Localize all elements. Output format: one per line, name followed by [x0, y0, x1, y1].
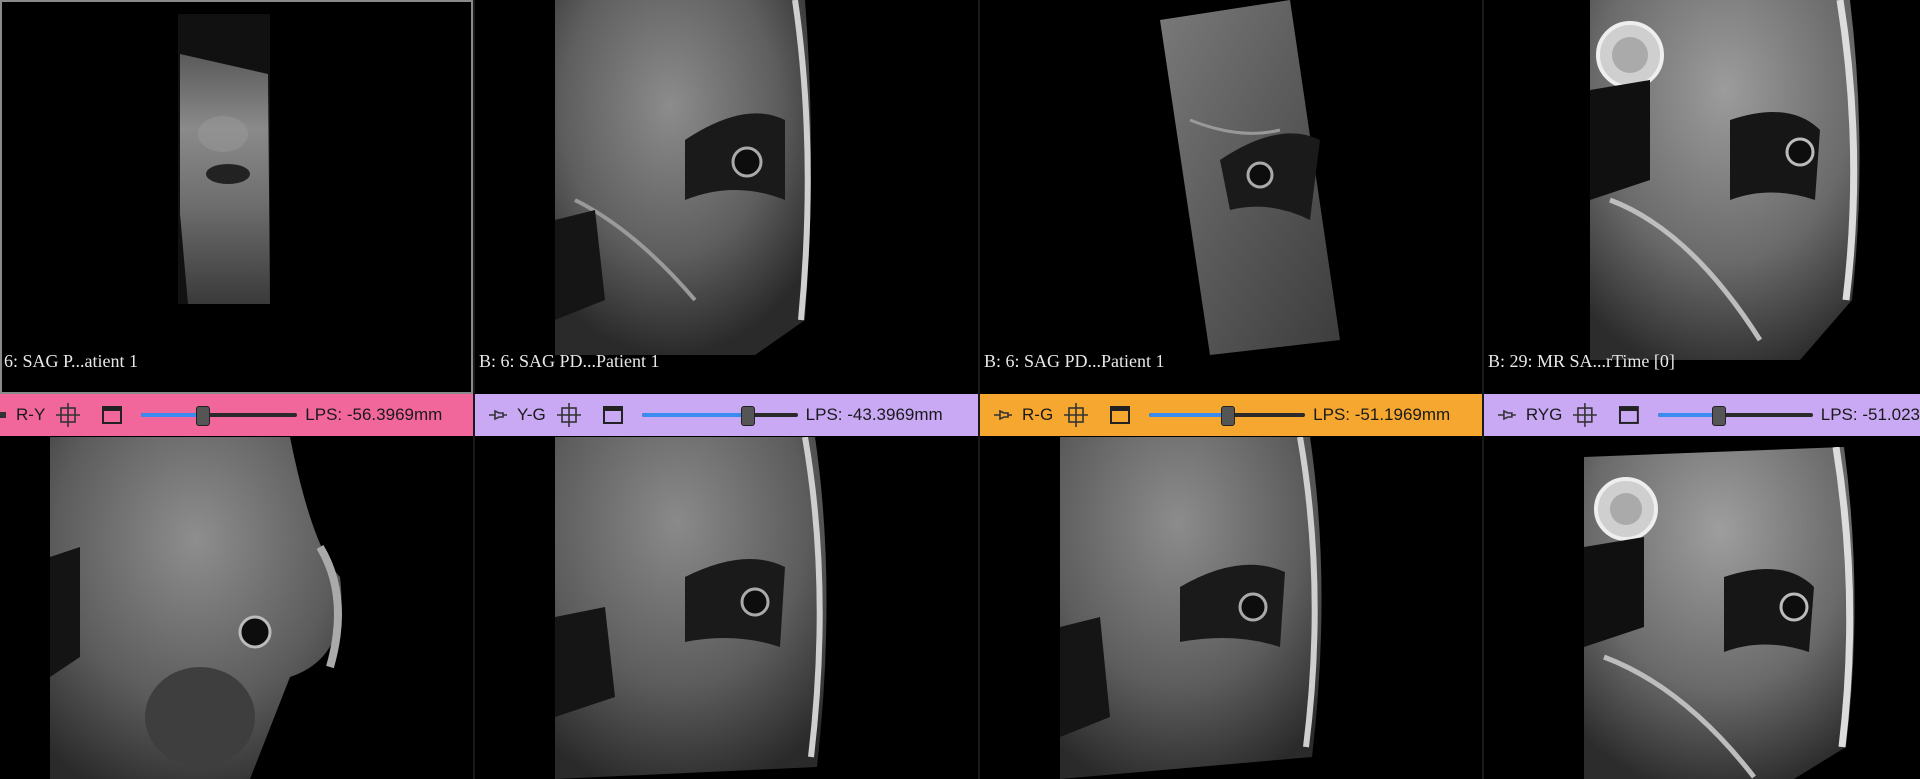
lps-position-readout: LPS: -51.023 — [1820, 405, 1920, 424]
mri-scan-image — [178, 14, 270, 304]
mri-scan-image — [1160, 0, 1340, 355]
viewport-top-2[interactable]: B: 6: SAG PD...Patient 1 — [475, 0, 978, 394]
viewport-divider[interactable] — [1482, 0, 1484, 779]
mri-scan-image — [555, 0, 811, 355]
lps-position-readout: LPS: -43.3969mm — [805, 405, 943, 424]
lps-position-readout: LPS: -51.1969mm — [1313, 405, 1451, 424]
viewport-toolbar-4: RYG LPS: -51.023 — [1484, 394, 1920, 436]
slice-slider[interactable] — [1658, 405, 1813, 426]
mri-scan-image — [555, 437, 827, 779]
viewport-label: B: 6: SAG PD...Patient 1 — [479, 351, 660, 371]
pin-icon[interactable] — [487, 404, 509, 426]
crosshair-icon[interactable] — [55, 402, 81, 428]
viewport-divider[interactable] — [978, 0, 980, 779]
viewport-toolbar-1: R-Y LPS: -56.3969mm — [0, 394, 473, 436]
viewport-label: 6: SAG P...atient 1 — [4, 351, 139, 371]
mri-scan-image — [1060, 437, 1322, 779]
slice-slider[interactable] — [141, 405, 298, 426]
pin-icon[interactable] — [992, 404, 1014, 426]
pin-icon[interactable] — [0, 404, 8, 426]
layer-combo-label[interactable]: R-Y — [16, 405, 45, 425]
viewport-top-1[interactable]: 6: SAG P...atient 1 — [0, 0, 473, 394]
crosshair-icon[interactable] — [556, 402, 582, 428]
viewport-divider[interactable] — [473, 0, 475, 779]
layer-combo-label[interactable]: R-G — [1022, 405, 1053, 425]
viewport-toolbar-3: R-G LPS: -51.1969mm — [980, 394, 1482, 436]
viewport-toolbar-2: Y-G LPS: -43.3969mm — [475, 394, 978, 436]
viewport-bottom-2[interactable] — [475, 437, 978, 779]
window-icon[interactable] — [1618, 404, 1640, 426]
layer-combo-label[interactable]: RYG — [1526, 405, 1563, 425]
viewport-top-3[interactable]: B: 6: SAG PD...Patient 1 — [980, 0, 1482, 394]
crosshair-icon[interactable] — [1572, 402, 1598, 428]
viewport-label: B: 6: SAG PD...Patient 1 — [984, 351, 1165, 371]
viewport-bottom-1[interactable] — [0, 437, 473, 779]
slice-slider[interactable] — [1149, 405, 1306, 426]
viewport-bottom-4[interactable] — [1484, 437, 1920, 779]
mri-scan-image — [1584, 447, 1855, 779]
layer-combo-label[interactable]: Y-G — [517, 405, 546, 425]
lps-position-readout: LPS: -56.3969mm — [305, 405, 443, 424]
window-icon[interactable] — [101, 404, 123, 426]
viewport-label: B: 29: MR SA...rTime [0] — [1488, 351, 1675, 371]
slice-slider[interactable] — [641, 405, 798, 426]
mri-scan-image — [1590, 0, 1860, 360]
viewport-bottom-3[interactable] — [980, 437, 1482, 779]
window-icon[interactable] — [602, 404, 624, 426]
pin-icon[interactable] — [1496, 404, 1518, 426]
crosshair-icon[interactable] — [1063, 402, 1089, 428]
window-icon[interactable] — [1109, 404, 1131, 426]
viewport-top-4[interactable]: B: 29: MR SA...rTime [0] — [1484, 0, 1920, 394]
mri-scan-image — [50, 437, 342, 779]
